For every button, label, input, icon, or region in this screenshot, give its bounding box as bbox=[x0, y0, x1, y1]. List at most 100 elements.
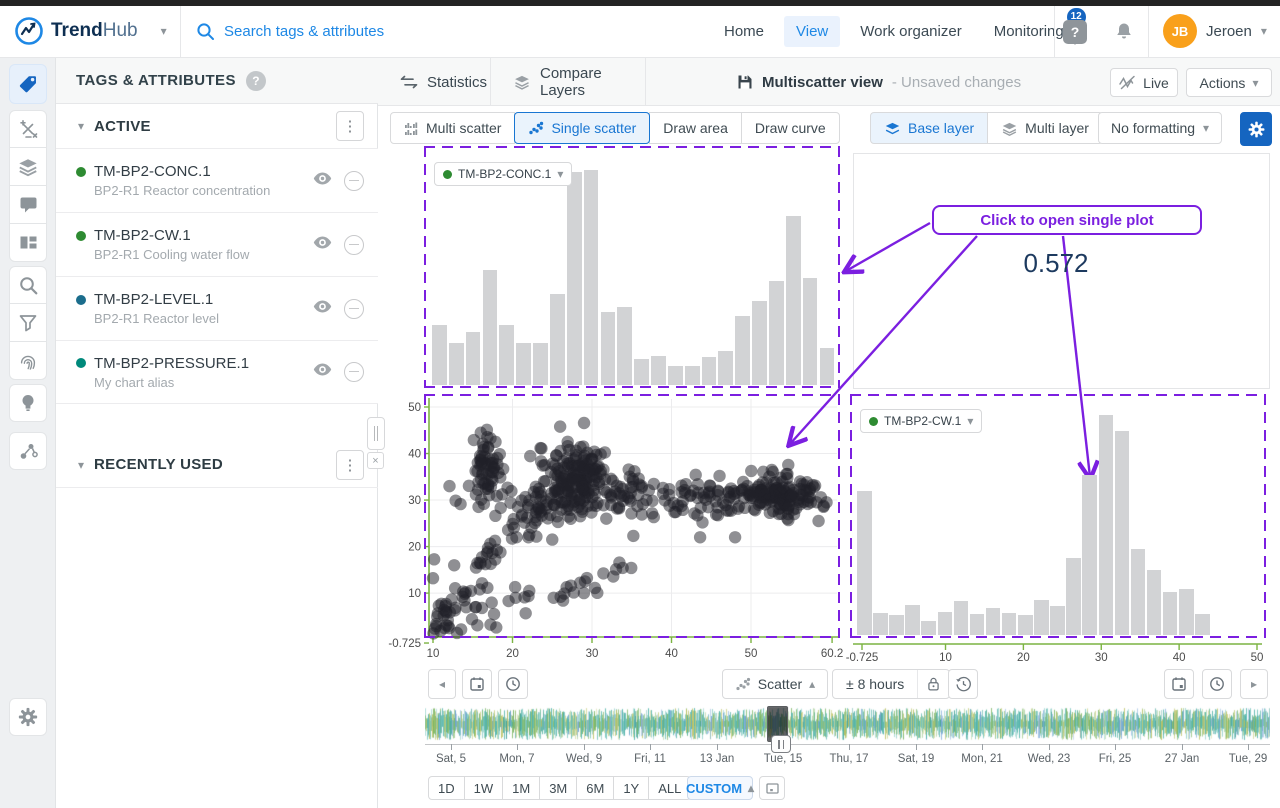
zoom-custom-button[interactable]: CUSTOM bbox=[687, 776, 753, 800]
sidebar-item-recommendations[interactable] bbox=[9, 384, 47, 422]
zoom-all-button[interactable]: ALL bbox=[648, 776, 691, 800]
calendar-button[interactable] bbox=[462, 669, 492, 699]
tag-chip-cw[interactable]: TM-BP2-CW.1 bbox=[860, 409, 982, 433]
history-icon bbox=[955, 676, 972, 692]
arrow-right-icon bbox=[1251, 678, 1257, 690]
visibility-eye-icon[interactable] bbox=[313, 300, 332, 318]
chart-settings-button[interactable] bbox=[1240, 112, 1272, 146]
brand-chevron-down-icon[interactable] bbox=[161, 25, 167, 37]
recently-used-menu-button[interactable] bbox=[336, 450, 364, 480]
app-logo[interactable]: TrendHub bbox=[14, 6, 167, 56]
visibility-eye-icon[interactable] bbox=[313, 363, 332, 381]
svg-text:50: 50 bbox=[408, 402, 421, 414]
formatting-select[interactable]: No formatting bbox=[1098, 112, 1222, 144]
zoom-1y-button[interactable]: 1Y bbox=[613, 776, 649, 800]
timeline-selection-handle[interactable] bbox=[771, 735, 791, 753]
pan-left-button[interactable] bbox=[428, 669, 456, 699]
correlation-value[interactable]: 0.572 bbox=[1000, 248, 1112, 279]
active-menu-button[interactable] bbox=[336, 111, 364, 141]
user-menu[interactable]: JB Jeroen bbox=[1163, 6, 1267, 56]
panel-help-icon[interactable] bbox=[246, 71, 266, 91]
base-layer-button[interactable]: Base layer bbox=[870, 112, 988, 144]
timeline-date-label: Fri, 11 bbox=[634, 753, 666, 765]
context-time-button[interactable] bbox=[1202, 669, 1232, 699]
pan-right-button[interactable] bbox=[1240, 669, 1268, 699]
svg-text:60.2: 60.2 bbox=[821, 648, 843, 660]
single-scatter-button[interactable]: Single scatter bbox=[514, 112, 650, 144]
single-scatter-icon bbox=[528, 120, 544, 136]
remove-tag-icon[interactable] bbox=[344, 299, 364, 319]
tag-color-dot bbox=[76, 167, 86, 177]
svg-text:30: 30 bbox=[586, 648, 599, 660]
tab-statistics[interactable]: Statistics bbox=[378, 58, 491, 106]
history-button[interactable] bbox=[948, 669, 978, 699]
nav-item-monitoring[interactable]: Monitoring 12 bbox=[982, 16, 1076, 47]
remove-tag-icon[interactable] bbox=[344, 362, 364, 382]
actions-button[interactable]: Actions bbox=[1186, 68, 1272, 97]
chevron-up-icon bbox=[748, 782, 754, 794]
calendar-icon bbox=[1171, 676, 1187, 692]
user-name: Jeroen bbox=[1206, 23, 1252, 40]
sidebar-item-layers[interactable] bbox=[9, 148, 47, 186]
sidebar-item-context[interactable] bbox=[9, 432, 47, 470]
sidebar-item-formulas[interactable] bbox=[9, 110, 47, 148]
timeline-date-label: 27 Jan bbox=[1165, 753, 1200, 765]
tag-description: BP2-R1 Cooling water flow bbox=[94, 247, 249, 262]
live-off-icon bbox=[1119, 75, 1136, 90]
sidebar-item-fingerprint[interactable] bbox=[9, 342, 47, 380]
collapse-chevron-icon[interactable] bbox=[78, 459, 84, 471]
zoom-1m-button[interactable]: 1M bbox=[502, 776, 540, 800]
remove-tag-icon[interactable] bbox=[344, 171, 364, 191]
collapse-chevron-icon[interactable] bbox=[78, 120, 84, 132]
help-icon[interactable] bbox=[1063, 20, 1087, 44]
time-button[interactable] bbox=[498, 669, 528, 699]
nav-item-work-organizer[interactable]: Work organizer bbox=[848, 16, 973, 47]
nav-item-view[interactable]: View bbox=[784, 16, 840, 47]
time-window-button[interactable]: ± 8 hours bbox=[833, 670, 917, 698]
svg-text:10: 10 bbox=[939, 652, 952, 664]
sidebar-item-tags[interactable] bbox=[9, 64, 47, 104]
chevron-down-icon bbox=[557, 168, 563, 180]
visibility-eye-icon[interactable] bbox=[313, 236, 332, 254]
context-bar-timeline[interactable] bbox=[425, 706, 1270, 742]
nav-item-home[interactable]: Home bbox=[712, 16, 776, 47]
sidebar-item-search[interactable] bbox=[9, 266, 47, 304]
remove-tag-icon[interactable] bbox=[344, 235, 364, 255]
zoom-6m-button[interactable]: 6M bbox=[576, 776, 614, 800]
search-input[interactable] bbox=[224, 23, 514, 40]
zoom-1w-button[interactable]: 1W bbox=[464, 776, 504, 800]
tag-name: TM-BP2-PRESSURE.1 bbox=[94, 355, 249, 372]
chart-type-select[interactable]: Scatter bbox=[722, 669, 828, 699]
tab-compare-layers[interactable]: Compare Layers bbox=[491, 58, 646, 106]
visibility-eye-icon[interactable] bbox=[313, 172, 332, 190]
view-unsaved-status: - Unsaved changes bbox=[892, 74, 1021, 91]
sidebar-item-dashboard[interactable] bbox=[9, 224, 47, 262]
tag-row-pressure[interactable]: TM-BP2-PRESSURE.1 My chart alias bbox=[56, 340, 378, 404]
multi-scatter-button[interactable]: Multi scatter bbox=[390, 112, 515, 144]
global-search[interactable] bbox=[196, 6, 514, 56]
save-icon[interactable] bbox=[737, 74, 753, 90]
chevron-down-icon bbox=[967, 415, 973, 427]
tag-row-level[interactable]: TM-BP2-LEVEL.1 BP2-R1 Reactor level bbox=[56, 276, 378, 340]
tag-chip-conc[interactable]: TM-BP2-CONC.1 bbox=[434, 162, 572, 186]
svg-text:10: 10 bbox=[408, 588, 421, 600]
draw-curve-button[interactable]: Draw curve bbox=[741, 112, 840, 144]
context-calendar-button[interactable] bbox=[1164, 669, 1194, 699]
layers-icon bbox=[17, 156, 39, 178]
sidebar-item-comments[interactable] bbox=[9, 186, 47, 224]
sidebar-item-settings[interactable] bbox=[9, 698, 47, 736]
expand-range-button[interactable] bbox=[759, 776, 785, 800]
tag-row-conc[interactable]: TM-BP2-CONC.1 BP2-R1 Reactor concentrati… bbox=[56, 148, 378, 212]
draw-area-button[interactable]: Draw area bbox=[649, 112, 742, 144]
zoom-1d-button[interactable]: 1D bbox=[428, 776, 465, 800]
annotation-label[interactable]: Click to open single plot bbox=[932, 205, 1202, 235]
lock-button[interactable] bbox=[917, 670, 949, 698]
multi-layer-button[interactable]: Multi layer bbox=[987, 112, 1103, 144]
tag-row-cw[interactable]: TM-BP2-CW.1 BP2-R1 Cooling water flow bbox=[56, 212, 378, 276]
header-divider bbox=[1148, 6, 1149, 57]
live-button[interactable]: Live bbox=[1110, 68, 1178, 97]
scatter-icon bbox=[735, 676, 751, 692]
zoom-3m-button[interactable]: 3M bbox=[539, 776, 577, 800]
sidebar-item-filter[interactable] bbox=[9, 304, 47, 342]
notifications-bell-icon[interactable] bbox=[1112, 20, 1136, 49]
